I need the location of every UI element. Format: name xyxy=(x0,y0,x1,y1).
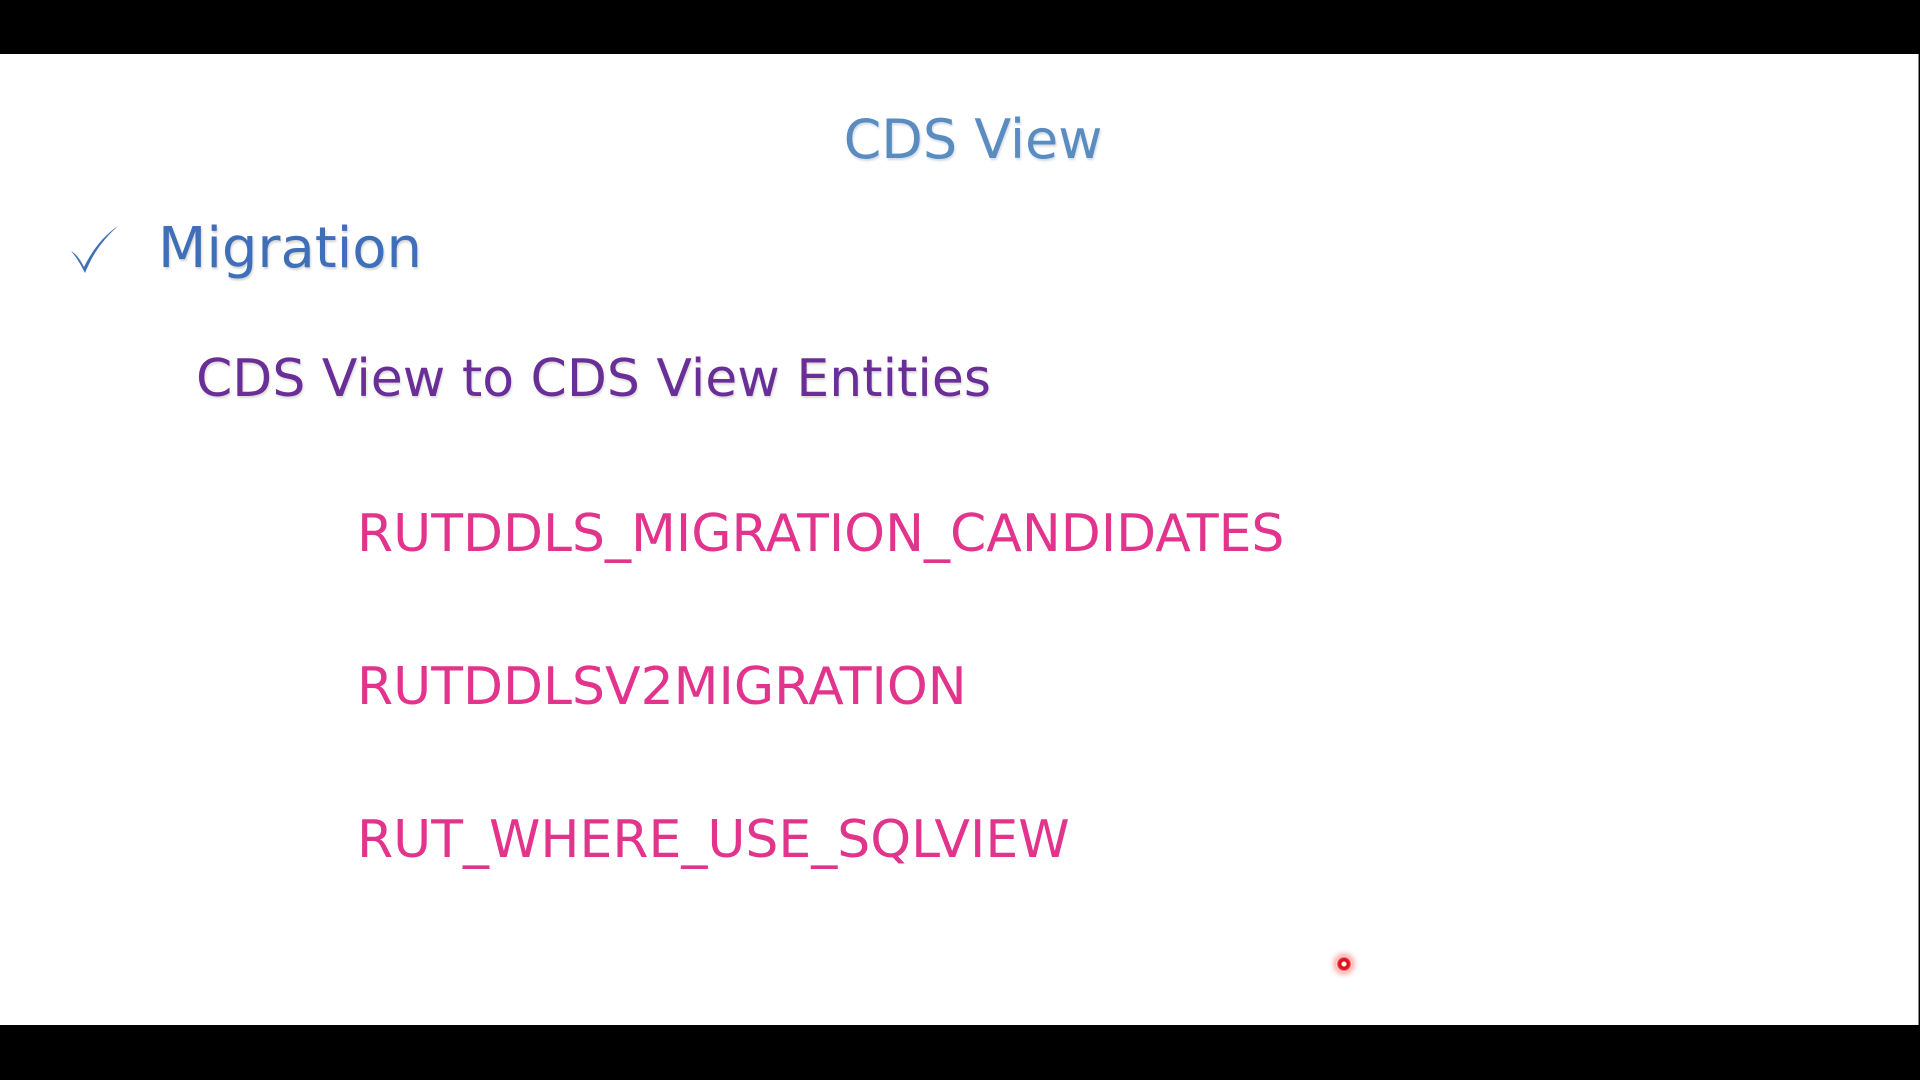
letterbox-bottom xyxy=(0,1025,1920,1080)
bullet-text: Migration xyxy=(158,216,423,281)
slide-title: CDS View xyxy=(843,108,1103,171)
letterbox-top xyxy=(0,0,1920,54)
program-name: RUTDDLSV2MIGRATION xyxy=(357,657,967,717)
subheading: CDS View to CDS View Entities xyxy=(196,349,991,409)
program-name: RUTDDLS_MIGRATION_CANDIDATES xyxy=(357,504,1285,564)
slide: CDS View Migration CDS View to CDS View … xyxy=(0,54,1919,1025)
program-name: RUT_WHERE_USE_SQLVIEW xyxy=(357,810,1070,870)
laser-pointer-icon xyxy=(1336,956,1352,972)
checkmark-icon xyxy=(66,221,122,277)
bullet-item-migration: Migration xyxy=(66,209,422,289)
presentation-viewer: CDS View Migration CDS View to CDS View … xyxy=(0,0,1920,1080)
